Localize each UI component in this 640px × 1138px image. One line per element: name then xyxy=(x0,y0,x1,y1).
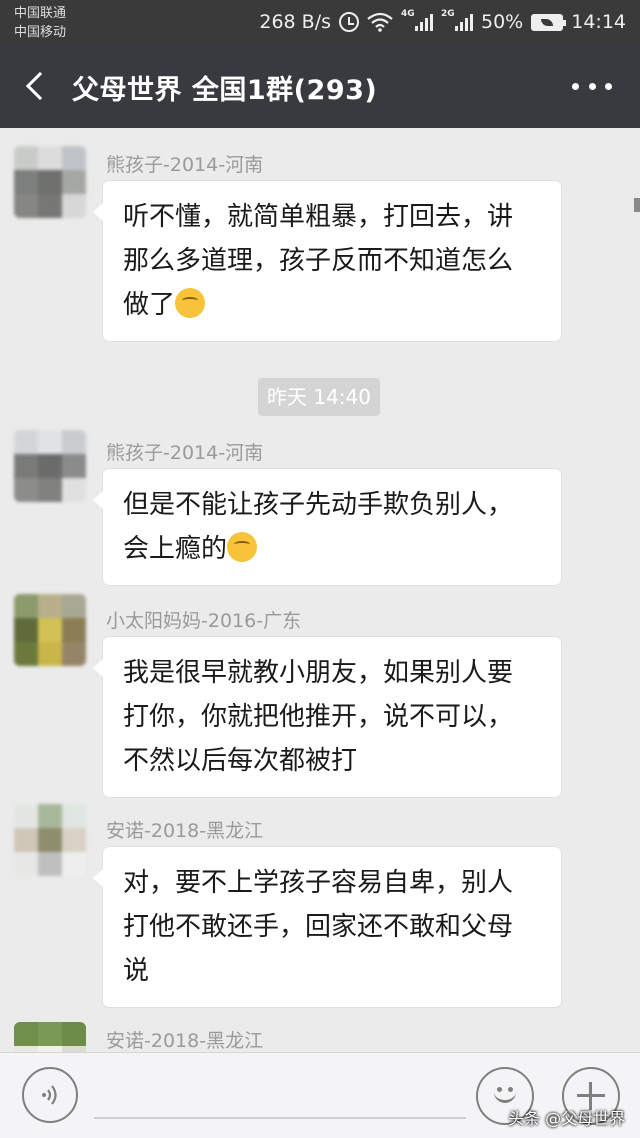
more-options-button[interactable] xyxy=(572,76,612,96)
voice-button[interactable] xyxy=(22,1067,78,1123)
avatar[interactable] xyxy=(14,594,86,666)
message-input[interactable] xyxy=(94,1067,466,1117)
battery-icon xyxy=(531,13,567,31)
message-line: 不然以后每次都被打 xyxy=(123,746,358,776)
message-line: 打他不敢还手，回家还不敢和父母 xyxy=(123,912,514,942)
message-bubble[interactable]: 但是不能让孩子先动手欺负别人， 会上瘾的 xyxy=(93,468,562,586)
sender-name: 熊孩子-2014-河南 xyxy=(106,442,264,464)
carrier-1: 中国联通 xyxy=(14,6,67,21)
more-dots-icon xyxy=(572,82,579,90)
message-bubble[interactable]: 听不懂，就简单粗暴，打回去，讲 那么多道理，孩子反而不知道怎么 做了 xyxy=(93,180,562,342)
signal-icon: 2G xyxy=(441,9,473,31)
voice-icon xyxy=(42,1085,57,1105)
message-line: 听不懂，就简单粗暴，打回去，讲 xyxy=(123,202,514,232)
sender-name: 安诺-2018-黑龙江 xyxy=(106,1030,264,1052)
status-indicators: 268 B/s 4G 2G 50% 14:14 xyxy=(259,9,626,35)
alarm-icon xyxy=(339,12,359,32)
message-bubble[interactable]: 我是很早就教小朋友，如果别人要 打你，你就把他推开，说不可以， 不然以后每次都被… xyxy=(93,636,562,798)
message-line: 打你，你就把他推开，说不可以， xyxy=(123,702,514,732)
facepalm-emoji-icon xyxy=(227,532,258,562)
timestamp: 昨天 14:40 xyxy=(258,378,380,416)
status-bar: 中国联通 中国移动 268 B/s 4G 2G 50% 14:14 xyxy=(0,0,640,46)
message-line: 做了 xyxy=(123,290,176,320)
avatar[interactable] xyxy=(14,430,86,502)
battery-percent: 50% xyxy=(481,11,524,33)
chat-title: 父母世界 全国1群(293) xyxy=(72,75,378,106)
carrier-2: 中国移动 xyxy=(14,25,67,40)
message-line: 那么多道理，孩子反而不知道怎么 xyxy=(123,246,514,276)
carrier-info: 中国联通 中国移动 xyxy=(14,4,66,42)
message-line: 会上瘾的 xyxy=(123,534,228,564)
clock: 14:14 xyxy=(571,11,626,33)
avatar[interactable] xyxy=(14,804,86,876)
chat-header: 父母世界 全国1群(293) xyxy=(0,46,640,128)
message-line: 我是很早就教小朋友，如果别人要 xyxy=(123,658,514,688)
input-underline xyxy=(94,1117,466,1119)
scrollbar[interactable] xyxy=(634,198,640,212)
chevron-left-icon xyxy=(25,71,55,101)
message-line: 说 xyxy=(123,956,150,986)
avatar[interactable] xyxy=(14,146,86,218)
message-line: 对，要不上学孩子容易自卑，别人 xyxy=(123,868,514,898)
sender-name: 小太阳妈妈-2016-广东 xyxy=(106,610,302,632)
message-line: 但是不能让孩子先动手欺负别人， xyxy=(123,490,514,520)
avatar[interactable] xyxy=(14,1022,86,1052)
message-bubble[interactable]: 对，要不上学孩子容易自卑，别人 打他不敢还手，回家还不敢和父母 说 xyxy=(93,846,562,1008)
signal-icon: 4G xyxy=(401,9,433,31)
wifi-icon xyxy=(367,12,393,32)
back-button[interactable] xyxy=(18,66,58,108)
sender-name: 安诺-2018-黑龙江 xyxy=(106,820,264,842)
signal-tag: 2G xyxy=(441,9,455,19)
net-speed: 268 B/s xyxy=(259,11,331,33)
smirk-emoji-icon xyxy=(175,288,206,318)
watermark: 头条 @父母世界 xyxy=(508,1109,626,1128)
signal-tag: 4G xyxy=(401,9,415,19)
sender-name: 熊孩子-2014-河南 xyxy=(106,154,264,176)
message-list[interactable]: 熊孩子-2014-河南 听不懂，就简单粗暴，打回去，讲 那么多道理，孩子反而不知… xyxy=(0,128,640,1052)
